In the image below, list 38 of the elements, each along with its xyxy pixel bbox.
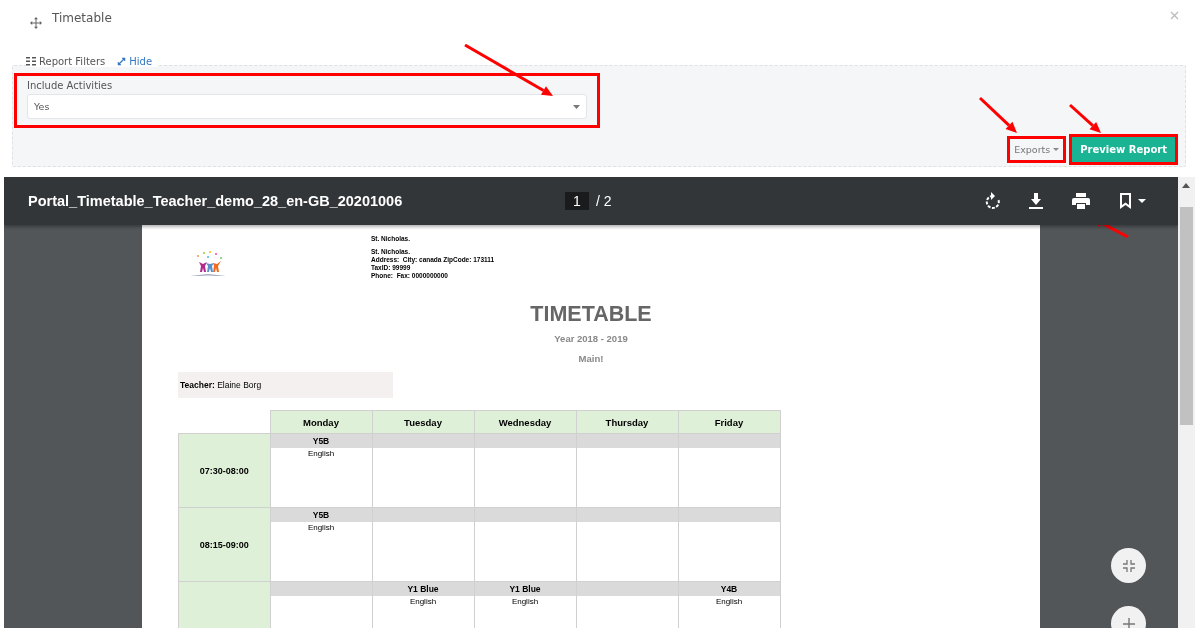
preview-report-button[interactable]: Preview Report <box>1069 134 1178 165</box>
rotate-icon[interactable] <box>984 192 1000 210</box>
window-title: Timetable <box>52 11 113 25</box>
filters-legend: Report Filters <box>39 56 106 67</box>
printer-icon[interactable] <box>1072 193 1090 209</box>
hide-link[interactable]: Hide <box>117 56 153 67</box>
collapse-icon <box>1122 559 1135 572</box>
scroll-up-icon[interactable] <box>1182 183 1190 188</box>
download-icon[interactable] <box>1029 193 1043 209</box>
page-count: / 2 <box>596 193 613 209</box>
report-subtitle: Main! <box>577 353 605 364</box>
plus-icon <box>1122 617 1135 628</box>
day-header: Friday <box>678 410 780 434</box>
report-year: Year 2018 - 2019 <box>553 333 629 344</box>
page-number-field[interactable]: 1 <box>565 192 589 210</box>
fit-page-button[interactable] <box>1111 548 1146 583</box>
move-icon[interactable] <box>30 17 42 29</box>
exports-dropdown[interactable]: Exports <box>1007 136 1067 163</box>
caret-icon <box>573 104 580 109</box>
day-header: Wednesday <box>474 410 576 434</box>
expand-icon <box>117 57 127 66</box>
teacher-name: Teacher: Elaine Borg <box>178 372 393 398</box>
subject-cell: English <box>270 448 372 508</box>
file-name: Portal_Timetable_Teacher_demo_28_en-GB_20201006 <box>28 193 404 209</box>
time-cell: 07:30-08:00 <box>178 433 270 508</box>
report-title: TIMETABLE <box>529 302 653 327</box>
day-header: Thursday <box>576 410 678 434</box>
field-label: Include Activities <box>27 80 114 91</box>
select-field[interactable]: Yes <box>27 94 587 119</box>
time-cell: 08:15-09:00 <box>178 507 270 582</box>
list-icon <box>26 57 36 66</box>
day-header: Monday <box>270 410 372 434</box>
scrollbar[interactable] <box>1178 177 1195 628</box>
bookmark-icon[interactable] <box>1119 193 1149 209</box>
caret-icon <box>1053 148 1060 151</box>
subject-cell: English <box>270 522 372 582</box>
close-icon <box>1170 11 1179 20</box>
day-header: Tuesday <box>372 410 474 434</box>
